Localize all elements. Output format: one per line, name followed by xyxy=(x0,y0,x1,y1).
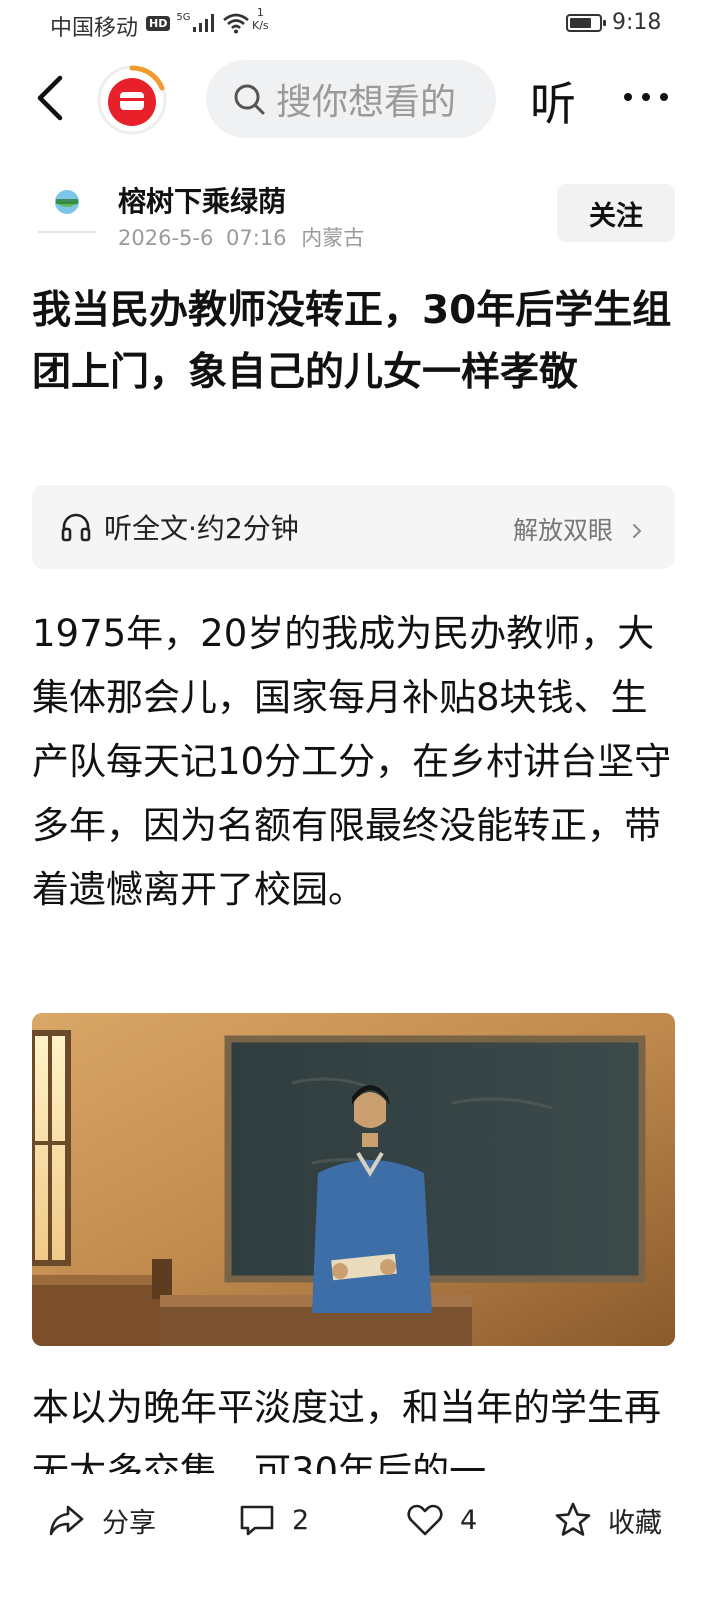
author-row: 榕树下乘绿荫 2026-5-6 07:16 内蒙古 关注 xyxy=(0,176,720,250)
like-count: 4 xyxy=(460,1504,478,1536)
signal-icon xyxy=(193,14,215,32)
status-icons: HD 5G xyxy=(146,12,250,34)
bottom-action-bar: 分享 2 4 收藏 xyxy=(0,1474,720,1600)
carrier-name: 中国移动 xyxy=(50,16,139,41)
share-icon xyxy=(49,1505,84,1536)
hd-badge: HD xyxy=(146,15,171,31)
listen-button[interactable]: 听 xyxy=(530,68,576,134)
star-icon xyxy=(555,1502,591,1536)
share-button[interactable]: 分享 xyxy=(48,1500,156,1540)
author-name[interactable]: 榕树下乘绿荫 xyxy=(118,180,286,220)
headphones-icon xyxy=(61,513,91,542)
collect-button[interactable]: 收藏 xyxy=(554,1500,662,1540)
collect-label: 收藏 xyxy=(608,1507,662,1539)
clock: 9:18 xyxy=(612,10,662,35)
free-eyes-label: 解放双眼 xyxy=(513,511,645,547)
publish-meta: 2026-5-6 07:16 内蒙古 xyxy=(118,222,364,252)
article-paragraph: 本以为晚年平淡度过，和当年的学生再无太多交集，可30年后的一 xyxy=(32,1386,661,1474)
heart-icon xyxy=(407,1504,443,1536)
share-label: 分享 xyxy=(102,1507,156,1539)
network-type: 5G xyxy=(176,12,191,23)
app-logo-icon[interactable] xyxy=(96,64,168,136)
battery-level xyxy=(570,18,591,28)
chevron-right-icon xyxy=(633,524,642,538)
comment-count: 2 xyxy=(292,1504,310,1536)
article-paragraph: 1975年，20岁的我成为民办教师，大集体那会儿，国家每月补贴8块钱、生产队每天… xyxy=(32,612,672,911)
search-icon xyxy=(234,84,265,115)
back-arrow-icon[interactable] xyxy=(30,72,74,124)
search-box[interactable]: 搜你想看的 xyxy=(206,60,496,138)
listen-full-text-label: 听全文·约2分钟 xyxy=(104,512,299,545)
free-eyes-text: 解放双眼 xyxy=(513,516,614,545)
publish-time: 07:16 xyxy=(226,226,287,250)
more-icon[interactable] xyxy=(622,90,670,104)
app-header: 搜你想看的 听 xyxy=(0,54,720,144)
battery-tip xyxy=(603,20,606,26)
wifi-icon xyxy=(223,13,250,34)
comment-icon xyxy=(240,1505,274,1536)
comment-button[interactable]: 2 xyxy=(238,1500,309,1540)
listen-full-text-bar[interactable]: 听全文·约2分钟 解放双眼 xyxy=(32,485,675,569)
speed-unit: K/s xyxy=(252,19,269,32)
publish-location: 内蒙古 xyxy=(301,226,365,250)
search-placeholder: 搜你想看的 xyxy=(276,82,457,123)
follow-button[interactable]: 关注 xyxy=(557,184,675,242)
network-speed: 1 K/s xyxy=(252,6,269,32)
publish-date: 2026-5-6 xyxy=(118,226,214,250)
status-bar: 中国移动 HD 5G 1 K/s 9:18 xyxy=(0,0,720,50)
speed-value: 1 xyxy=(256,6,264,19)
article-image[interactable] xyxy=(32,1013,675,1346)
article-title: 我当民办教师没转正，30年后学生组团上门，象自己的儿女一样孝敬 xyxy=(32,288,672,395)
like-button[interactable]: 4 xyxy=(406,1500,477,1540)
author-avatar-icon[interactable] xyxy=(34,178,100,234)
battery-icon xyxy=(566,14,606,32)
